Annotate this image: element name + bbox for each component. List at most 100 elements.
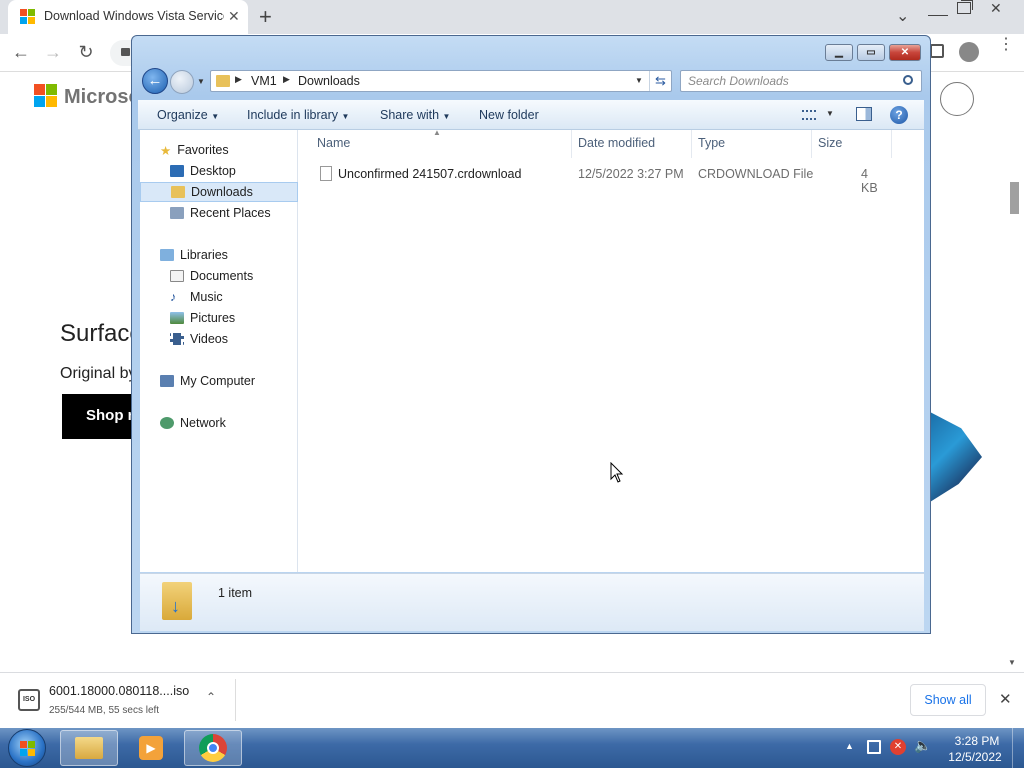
details-pane: ↓ 1 item [140,573,924,631]
column-header-type[interactable]: Type [698,136,725,150]
explorer-window: ▁ ▭ ✕ ← ▼ ▶ VM1 ▶ Downloads ▼ ⇆ Search D… [131,35,931,634]
page-scrollbar-thumb[interactable] [1010,182,1019,214]
breadcrumb-separator-icon: ▶ [235,74,242,84]
nav-downloads[interactable]: Downloads [140,182,298,202]
table-row[interactable]: Unconfirmed 241507.crdownload 12/5/2022 … [308,164,888,195]
folder-icon [216,75,230,87]
clock-time[interactable]: 3:28 PM [950,734,1004,748]
recent-pages-chevron-icon[interactable]: ▼ [197,77,205,86]
restore-window-icon[interactable] [957,2,971,14]
account-icon[interactable] [940,82,974,116]
nav-videos[interactable]: Videos [140,329,298,349]
view-options-chevron-icon[interactable]: ▼ [826,109,834,118]
nav-favorites-label: Favorites [177,143,229,157]
action-center-icon[interactable] [867,740,881,754]
windows-logo-icon [20,741,36,757]
search-icon[interactable] [903,75,913,85]
new-tab-button[interactable]: + [259,4,272,30]
column-header-size[interactable]: Size [818,136,842,150]
show-desktop-button[interactable] [1012,728,1024,768]
change-view-icon[interactable] [802,110,816,120]
nav-desktop[interactable]: Desktop [140,161,298,181]
breadcrumb-separator-icon: ▶ [283,74,290,84]
download-file-name[interactable]: 6001.18000.080118....iso [49,684,189,698]
address-dropdown-icon[interactable]: ▼ [635,76,643,85]
show-hidden-icons-icon[interactable]: ▲ [845,741,854,751]
lock-icon [121,48,130,56]
nav-pictures[interactable]: Pictures [140,308,298,328]
taskbar-explorer-button[interactable] [60,730,118,766]
nav-network[interactable]: Network [140,413,298,433]
show-all-button[interactable]: Show all [910,684,986,716]
taskbar-media-player-button[interactable]: ▶ [122,730,180,766]
downloads-folder-icon [171,186,185,198]
download-shelf: ISO 6001.18000.080118....iso 255/544 MB,… [0,672,1024,728]
explorer-forward-button[interactable] [170,70,194,94]
profile-avatar-icon[interactable] [959,42,979,62]
explorer-back-button[interactable]: ← [142,68,168,94]
search-downloads-input[interactable]: Search Downloads [680,70,922,92]
nav-music[interactable]: ♪ Music [140,287,298,307]
clock-date[interactable]: 12/5/2022 [944,750,1006,764]
reload-icon[interactable]: ↻ [72,38,100,66]
search-placeholder: Search Downloads [688,74,789,88]
include-label: Include in library [247,108,339,122]
explorer-minimize-button[interactable]: ▁ [825,44,853,61]
explorer-command-bar: Organize ▼ Include in library ▼ Share wi… [138,100,924,130]
column-divider[interactable] [891,130,892,158]
explorer-close-button[interactable]: ✕ [889,44,921,61]
extensions-icon[interactable] [930,44,944,58]
shop-now-button[interactable]: Shop n [62,394,142,439]
videos-icon [170,333,184,345]
scroll-down-icon[interactable]: ▼ [1008,658,1016,667]
start-button[interactable] [8,729,46,767]
menu-dots-icon[interactable]: ⋮ [998,37,1014,53]
media-player-icon: ▶ [139,736,163,760]
nav-my-computer[interactable]: My Computer [140,371,298,391]
nav-recent-places[interactable]: Recent Places [140,203,298,223]
include-in-library-button[interactable]: Include in library ▼ [247,108,349,122]
share-with-button[interactable]: Share with ▼ [380,108,450,122]
explorer-maximize-button[interactable]: ▭ [857,44,885,61]
network-warning-icon[interactable]: ✕ [890,739,906,755]
column-divider[interactable] [571,130,572,158]
computer-icon [160,375,174,387]
column-divider[interactable] [811,130,812,158]
close-download-bar-icon[interactable]: ✕ [999,690,1012,708]
nav-downloads-label: Downloads [191,185,253,199]
browser-tab[interactable]: Download Windows Vista Service ✕ [8,0,248,34]
tab-close-icon[interactable]: ✕ [228,8,240,25]
nav-libraries[interactable]: Libraries [140,245,298,265]
chevron-up-icon[interactable]: ⌃ [206,690,216,704]
organize-button[interactable]: Organize ▼ [157,108,219,122]
refresh-icon[interactable]: ⇆ [655,73,666,89]
chrome-tab-strip: Download Windows Vista Service ✕ + ⌄ ✕ [0,0,1024,34]
close-window-icon[interactable]: ✕ [990,0,1002,17]
column-divider[interactable] [691,130,692,158]
star-icon: ★ [160,143,172,158]
forward-arrow-icon[interactable]: → [39,38,67,66]
new-folder-button[interactable]: New folder [479,108,539,122]
organize-label: Organize [157,108,208,122]
sort-ascending-icon: ▲ [433,128,441,137]
share-label: Share with [380,108,440,122]
minimize-window-icon[interactable] [928,4,948,16]
volume-icon[interactable]: 🔈 [914,737,931,754]
item-count: 1 item [218,586,253,600]
explorer-address-bar[interactable]: ▶ VM1 ▶ Downloads ▼ ⇆ [210,70,672,92]
column-header-date[interactable]: Date modified [578,136,655,150]
download-arrow-icon: ↓ [171,596,180,616]
tab-search-icon[interactable]: ⌄ [896,6,909,26]
breadcrumb-vm1[interactable]: VM1 [251,74,277,88]
back-arrow-icon[interactable]: ← [7,38,35,66]
taskbar-chrome-button[interactable] [184,730,242,766]
nav-favorites[interactable]: ★ Favorites [140,140,298,160]
help-icon[interactable]: ? [890,106,908,124]
breadcrumb-downloads[interactable]: Downloads [298,74,360,88]
column-header-name[interactable]: Name [317,136,350,150]
preview-pane-icon[interactable] [856,107,872,121]
documents-icon [170,270,184,282]
pointer-arrow-icon [610,462,624,483]
divider [649,71,650,91]
nav-documents[interactable]: Documents [140,266,298,286]
